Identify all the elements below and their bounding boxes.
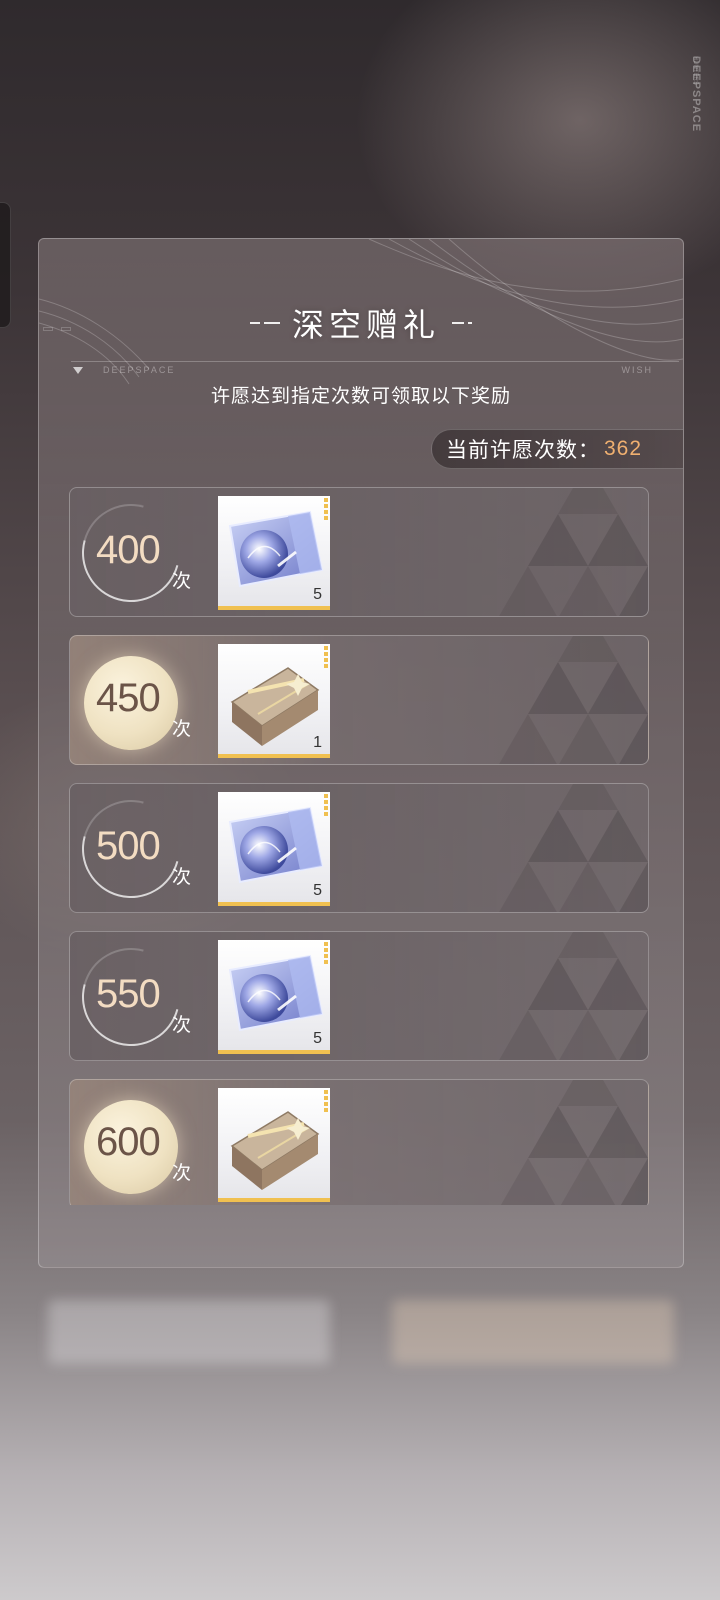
background-button-right [392,1300,674,1364]
reward-threshold-unit: 次 [172,571,192,592]
reward-threshold: 400 [96,528,161,572]
deco-label-left: DEEPSPACE [103,365,176,375]
reward-item-card[interactable] [218,1088,330,1202]
rarity-pips [324,1090,328,1112]
reward-item-card[interactable]: 5 [218,496,330,610]
rarity-pips [324,942,328,964]
row-triangle-pattern [499,636,648,764]
panel-title: 深空赠礼 [291,306,440,344]
reward-threshold-unit: 次 [172,1163,192,1184]
rarity-pips [324,646,328,668]
reward-item-quantity: 5 [313,586,322,603]
reward-row[interactable]: 400 次 5 [69,487,649,617]
title-dash-left [249,322,280,324]
reward-threshold: 500 [96,824,161,868]
reward-row[interactable]: 500 次 5 [69,783,649,913]
side-drawer-handle[interactable] [0,202,11,328]
rarity-pips [324,794,328,816]
reward-row[interactable]: 600 次 [69,1079,649,1205]
deco-label-right: WISH [621,365,653,375]
row-triangle-pattern [499,784,648,912]
rarity-pips [324,498,328,520]
background-button-left [48,1300,330,1364]
wish-count-value: 362 [604,437,643,460]
reward-threshold: 550 [96,972,161,1016]
row-triangle-pattern [500,1080,648,1205]
title-dash-right [452,322,472,324]
reward-item-card[interactable]: 5 [218,940,330,1054]
row-triangle-pattern [499,932,648,1060]
reward-item-quantity: 5 [313,1030,322,1047]
reward-row[interactable]: 450 次 1 [69,635,649,765]
reward-threshold-unit: 次 [172,1015,192,1036]
reward-item-quantity: 1 [313,734,322,751]
deepspace-gift-panel: 深空赠礼 DEEPSPACE WISH 许愿达到指定次数可领取以下奖励 当前许愿… [38,238,684,1268]
row-triangle-pattern [499,488,648,616]
gift-box-icon [230,1111,320,1190]
reward-threshold: 450 [96,676,161,720]
reward-threshold-unit: 次 [172,719,192,740]
background-vertical-sublogo: HUNTERS [692,56,698,86]
reward-item-card[interactable]: 1 [218,644,330,758]
reward-list[interactable]: 400 次 5 450 次 1 500 次 5 550 次 5 600 次 [69,487,651,1205]
reward-threshold: 600 [96,1120,161,1164]
panel-divider [71,361,679,362]
reward-item-card[interactable]: 5 [218,792,330,906]
reward-row[interactable]: 550 次 5 [69,931,649,1061]
reward-item-quantity: 5 [313,882,322,899]
panel-subtitle: 许愿达到指定次数可领取以下奖励 [210,386,511,407]
reward-threshold-unit: 次 [172,867,192,888]
panel-title-row: 深空赠礼 [39,303,683,344]
wish-count-badge: 当前许愿次数： 362 [431,429,683,469]
triangle-marker-icon [73,367,83,374]
wish-count-label: 当前许愿次数： [446,439,600,462]
